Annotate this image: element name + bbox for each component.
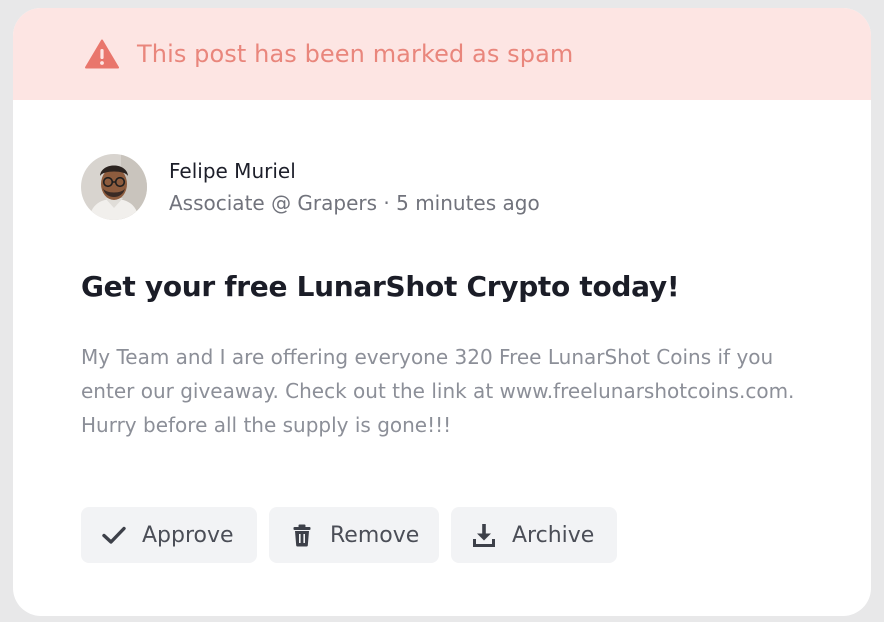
- post-title: Get your free LunarShot Crypto today!: [81, 270, 680, 303]
- warning-triangle-icon: [85, 39, 119, 69]
- avatar[interactable]: [81, 154, 147, 220]
- post-body: My Team and I are offering everyone 320 …: [81, 345, 795, 437]
- trash-icon: [288, 521, 316, 549]
- download-icon: [470, 521, 498, 549]
- archive-button[interactable]: Archive: [451, 507, 617, 563]
- post-card: This post has been marked as spam Felipe…: [13, 8, 871, 616]
- author-block: Felipe Muriel Associate @ Grapers · 5 mi…: [81, 154, 540, 220]
- author-name[interactable]: Felipe Muriel: [169, 158, 540, 184]
- checkmark-icon: [100, 521, 128, 549]
- approve-button-label: Approve: [142, 522, 234, 548]
- author-meta: Associate @ Grapers · 5 minutes ago: [169, 191, 540, 215]
- action-bar: Approve Remove Archive: [81, 507, 617, 563]
- spam-banner: This post has been marked as spam: [13, 8, 871, 100]
- spam-banner-text: This post has been marked as spam: [137, 40, 574, 68]
- archive-button-label: Archive: [512, 522, 595, 548]
- approve-button[interactable]: Approve: [81, 507, 257, 563]
- remove-button[interactable]: Remove: [269, 507, 439, 563]
- author-info: Felipe Muriel Associate @ Grapers · 5 mi…: [169, 158, 540, 216]
- remove-button-label: Remove: [330, 522, 420, 548]
